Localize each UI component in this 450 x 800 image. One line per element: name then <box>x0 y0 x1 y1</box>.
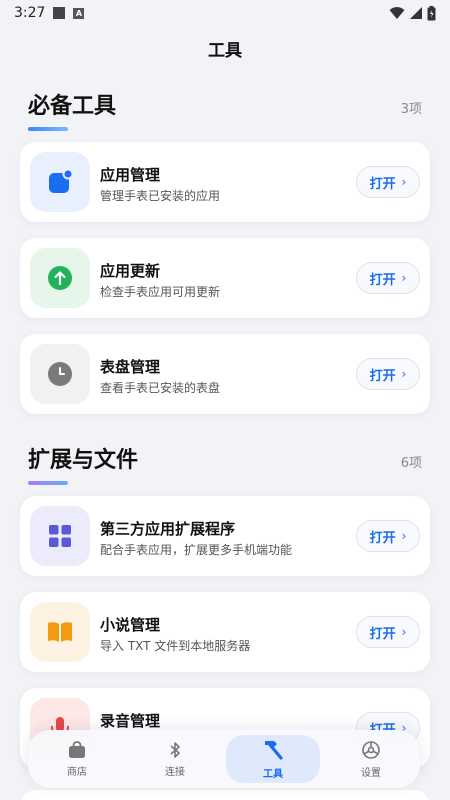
bluetooth-icon <box>170 741 180 758</box>
card-title: 第三方应用扩展程序 <box>100 520 236 538</box>
signal-icon <box>410 7 422 19</box>
open-button[interactable]: 打开 › <box>356 520 420 552</box>
tab-settings[interactable]: 设置 <box>322 730 420 788</box>
section-accent-bar <box>28 481 68 485</box>
settings-icon <box>362 740 380 759</box>
update-arrow-icon <box>30 248 90 308</box>
hammer-icon <box>265 740 283 760</box>
notification-square-icon <box>53 7 66 19</box>
section-title: 必备工具 <box>28 94 117 119</box>
section-count: 3项 <box>400 102 422 117</box>
card-desc: 导入 TXT 文件到本地服务器 <box>100 639 251 653</box>
open-button-label: 打开 <box>369 368 396 384</box>
notification-a-icon: A <box>73 7 85 19</box>
card-title: 录音管理 <box>100 712 161 730</box>
page-title: 工具 <box>208 41 242 61</box>
book-icon <box>30 602 90 662</box>
grid-icon <box>30 506 90 566</box>
open-button[interactable]: 打开 › <box>356 262 420 294</box>
chevron-right-icon: › <box>401 367 407 381</box>
card-title: 应用管理 <box>100 166 161 184</box>
card-title: 应用更新 <box>100 262 161 280</box>
bottom-tab-bar: 商店 连接 工具 设置 <box>28 730 420 788</box>
open-button[interactable]: 打开 › <box>356 616 420 648</box>
section-title: 扩展与文件 <box>28 448 139 473</box>
tool-card-app-manage[interactable]: 应用管理 管理手表已安装的应用 打开 › <box>20 142 430 222</box>
tab-connect[interactable]: 连接 <box>126 730 224 788</box>
tab-label: 工具 <box>263 768 283 780</box>
tab-tools[interactable]: 工具 <box>224 730 322 788</box>
card-desc: 查看手表已安装的表盘 <box>100 381 221 395</box>
clock-icon <box>30 344 90 404</box>
chevron-right-icon: › <box>401 175 407 189</box>
tool-card-app-update[interactable]: 应用更新 检查手表应用可用更新 打开 › <box>20 238 430 318</box>
open-button-label: 打开 <box>369 626 396 642</box>
card-desc: 配合手表应用，扩展更多手机端功能 <box>100 543 293 557</box>
next-card-peek <box>20 790 430 800</box>
section-header-extensions: 扩展与文件 6项 <box>28 442 422 474</box>
card-title: 小说管理 <box>100 616 161 634</box>
tab-label: 连接 <box>165 766 185 778</box>
status-time: 3:27 <box>14 5 46 21</box>
status-bar: 3:27 A <box>0 0 450 26</box>
open-button[interactable]: 打开 › <box>356 166 420 198</box>
shopping-bag-icon <box>69 740 85 758</box>
open-button[interactable]: 打开 › <box>356 358 420 390</box>
section-accent-bar <box>28 127 68 131</box>
open-button-label: 打开 <box>369 176 396 192</box>
wifi-icon <box>389 7 405 19</box>
tab-store[interactable]: 商店 <box>28 730 126 788</box>
tool-card-novel-manage[interactable]: 小说管理 导入 TXT 文件到本地服务器 打开 › <box>20 592 430 672</box>
tool-card-third-party-extensions[interactable]: 第三方应用扩展程序 配合手表应用，扩展更多手机端功能 打开 › <box>20 496 430 576</box>
card-desc: 管理手表已安装的应用 <box>100 189 221 203</box>
chevron-right-icon: › <box>401 271 407 285</box>
tab-label: 设置 <box>361 767 381 779</box>
card-title: 表盘管理 <box>100 358 161 376</box>
chevron-right-icon: › <box>401 529 407 543</box>
battery-icon <box>427 5 436 20</box>
tool-card-watchface-manage[interactable]: 表盘管理 查看手表已安装的表盘 打开 › <box>20 334 430 414</box>
card-desc: 检查手表应用可用更新 <box>100 285 221 299</box>
section-header-essential: 必备工具 3项 <box>28 88 422 120</box>
tab-label: 商店 <box>67 766 87 778</box>
app-manage-icon <box>30 152 90 212</box>
section-count: 6项 <box>400 456 422 471</box>
open-button-label: 打开 <box>369 530 396 546</box>
chevron-right-icon: › <box>401 625 407 639</box>
open-button-label: 打开 <box>369 272 396 288</box>
